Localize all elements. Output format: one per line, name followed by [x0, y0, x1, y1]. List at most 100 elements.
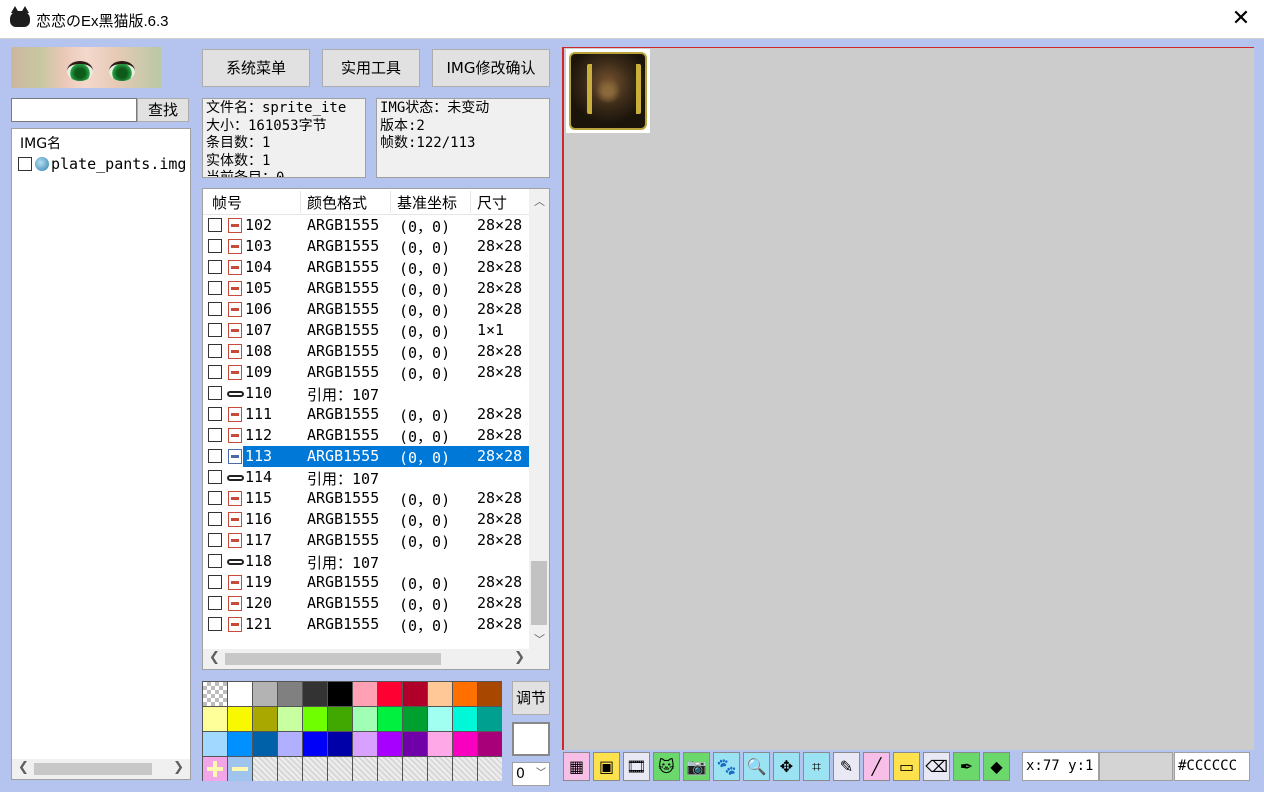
empty-swatch[interactable] — [328, 757, 352, 781]
scroll-left-icon[interactable]: ❮ — [209, 650, 220, 665]
crop-tool-icon[interactable]: ⌗ — [803, 752, 830, 781]
color-swatch[interactable] — [353, 732, 377, 756]
color-swatch[interactable] — [478, 682, 502, 706]
scroll-thumb[interactable] — [225, 653, 441, 665]
frame-checkbox[interactable] — [208, 491, 222, 505]
color-swatch[interactable] — [203, 732, 227, 756]
frame-row[interactable]: 115 ARGB1555 (0，0) 28×28 — [203, 488, 531, 509]
color-swatch[interactable] — [453, 682, 477, 706]
empty-swatch[interactable] — [403, 757, 427, 781]
column-divider[interactable] — [300, 191, 301, 213]
film-tool-icon[interactable]: 🎞 — [623, 752, 650, 781]
color-swatch[interactable] — [428, 707, 452, 731]
current-color-swatch[interactable] — [512, 722, 550, 756]
line-tool-icon[interactable]: ╱ — [863, 752, 890, 781]
image-canvas[interactable] — [562, 47, 1254, 750]
scroll-up-icon[interactable]: ︿ — [534, 193, 545, 209]
frame-row[interactable]: 118 引用：107 — [203, 551, 531, 572]
img-confirm-button[interactable]: IMG修改确认 — [432, 49, 550, 87]
search-button[interactable]: 查找 — [137, 98, 189, 122]
empty-swatch[interactable] — [303, 757, 327, 781]
frame-row[interactable]: 117 ARGB1555 (0，0) 28×28 — [203, 530, 531, 551]
frame-checkbox[interactable] — [208, 281, 222, 295]
frame-checkbox[interactable] — [208, 386, 222, 400]
column-header-format[interactable]: 颜色格式 — [307, 192, 367, 213]
color-swatch[interactable] — [228, 707, 252, 731]
add-color-icon[interactable] — [203, 757, 227, 781]
empty-swatch[interactable] — [478, 757, 502, 781]
frame-checkbox[interactable] — [208, 512, 222, 526]
frame-row[interactable]: 104 ARGB1555 (0，0) 28×28 — [203, 257, 531, 278]
scroll-thumb[interactable] — [531, 561, 547, 625]
system-menu-button[interactable]: 系统菜单 — [202, 49, 310, 87]
color-swatch[interactable] — [253, 707, 277, 731]
scroll-left-icon[interactable]: ❮ — [18, 760, 29, 775]
frame-checkbox[interactable] — [208, 596, 222, 610]
fill-tool-icon[interactable]: ◆ — [983, 752, 1010, 781]
color-swatch[interactable] — [428, 682, 452, 706]
frame-checkbox[interactable] — [208, 575, 222, 589]
frame-checkbox[interactable] — [208, 323, 222, 337]
empty-swatch[interactable] — [378, 757, 402, 781]
color-swatch[interactable] — [353, 707, 377, 731]
palette-tool-icon[interactable]: ▣ — [593, 752, 620, 781]
scroll-thumb[interactable] — [34, 763, 152, 775]
frame-row[interactable]: 102 ARGB1555 (0，0) 28×28 — [203, 215, 531, 236]
scroll-right-icon[interactable]: ❯ — [514, 650, 525, 665]
camera-tool-icon[interactable]: 📷 — [683, 752, 710, 781]
color-swatch[interactable] — [478, 732, 502, 756]
color-swatch[interactable] — [478, 707, 502, 731]
pencil-tool-icon[interactable]: ✎ — [833, 752, 860, 781]
empty-swatch[interactable] — [353, 757, 377, 781]
color-swatch[interactable] — [378, 732, 402, 756]
empty-swatch[interactable] — [278, 757, 302, 781]
tools-button[interactable]: 实用工具 — [322, 49, 420, 87]
color-swatch[interactable] — [378, 707, 402, 731]
eraser-tool-icon[interactable]: ⌫ — [923, 752, 950, 781]
color-swatch[interactable] — [303, 707, 327, 731]
frame-checkbox[interactable] — [208, 239, 222, 253]
frame-checkbox[interactable] — [208, 470, 222, 484]
color-swatch[interactable] — [278, 732, 302, 756]
color-swatch[interactable] — [278, 682, 302, 706]
frame-table-vscrollbar[interactable]: ︿ ﹀ — [529, 189, 549, 651]
frame-row[interactable]: 103 ARGB1555 (0，0) 28×28 — [203, 236, 531, 257]
eyedropper-tool-icon[interactable]: ✒ — [953, 752, 980, 781]
frame-row[interactable]: 113 ARGB1555 (0，0) 28×28 — [203, 446, 531, 467]
color-swatch[interactable] — [303, 732, 327, 756]
layer-select[interactable]: 0 ﹀ — [512, 762, 550, 786]
frame-row[interactable]: 105 ARGB1555 (0，0) 28×28 — [203, 278, 531, 299]
cat-tool-icon[interactable]: 🐱 — [653, 752, 680, 781]
column-divider[interactable] — [470, 191, 471, 213]
frame-row[interactable]: 114 引用：107 — [203, 467, 531, 488]
frame-row[interactable]: 109 ARGB1555 (0，0) 28×28 — [203, 362, 531, 383]
zoom-tool-icon[interactable]: 🔍 — [743, 752, 770, 781]
frame-checkbox[interactable] — [208, 617, 222, 631]
frame-row[interactable]: 106 ARGB1555 (0，0) 28×28 — [203, 299, 531, 320]
color-swatch[interactable] — [303, 682, 327, 706]
adjust-button[interactable]: 调节 — [512, 681, 550, 715]
color-swatch[interactable] — [378, 682, 402, 706]
remove-color-icon[interactable] — [228, 757, 252, 781]
frame-row[interactable]: 119 ARGB1555 (0，0) 28×28 — [203, 572, 531, 593]
frame-checkbox[interactable] — [208, 365, 222, 379]
color-swatch[interactable] — [203, 707, 227, 731]
column-header-size[interactable]: 尺寸 — [477, 192, 507, 213]
scroll-down-icon[interactable]: ﹀ — [534, 631, 545, 647]
frame-row[interactable]: 116 ARGB1555 (0，0) 28×28 — [203, 509, 531, 530]
frame-checkbox[interactable] — [208, 260, 222, 274]
move-tool-icon[interactable]: ✥ — [773, 752, 800, 781]
color-swatch[interactable] — [278, 707, 302, 731]
color-swatch[interactable] — [353, 682, 377, 706]
column-header-coord[interactable]: 基准坐标 — [397, 192, 457, 213]
frame-row[interactable]: 121 ARGB1555 (0，0) 28×28 — [203, 614, 531, 635]
color-swatch[interactable] — [253, 732, 277, 756]
paw-tool-icon[interactable]: 🐾 — [713, 752, 740, 781]
color-swatch[interactable] — [453, 707, 477, 731]
color-swatch[interactable] — [228, 732, 252, 756]
column-divider[interactable] — [390, 191, 391, 213]
frame-checkbox[interactable] — [208, 533, 222, 547]
frame-checkbox[interactable] — [208, 407, 222, 421]
frame-checkbox[interactable] — [208, 344, 222, 358]
color-swatch[interactable] — [453, 732, 477, 756]
